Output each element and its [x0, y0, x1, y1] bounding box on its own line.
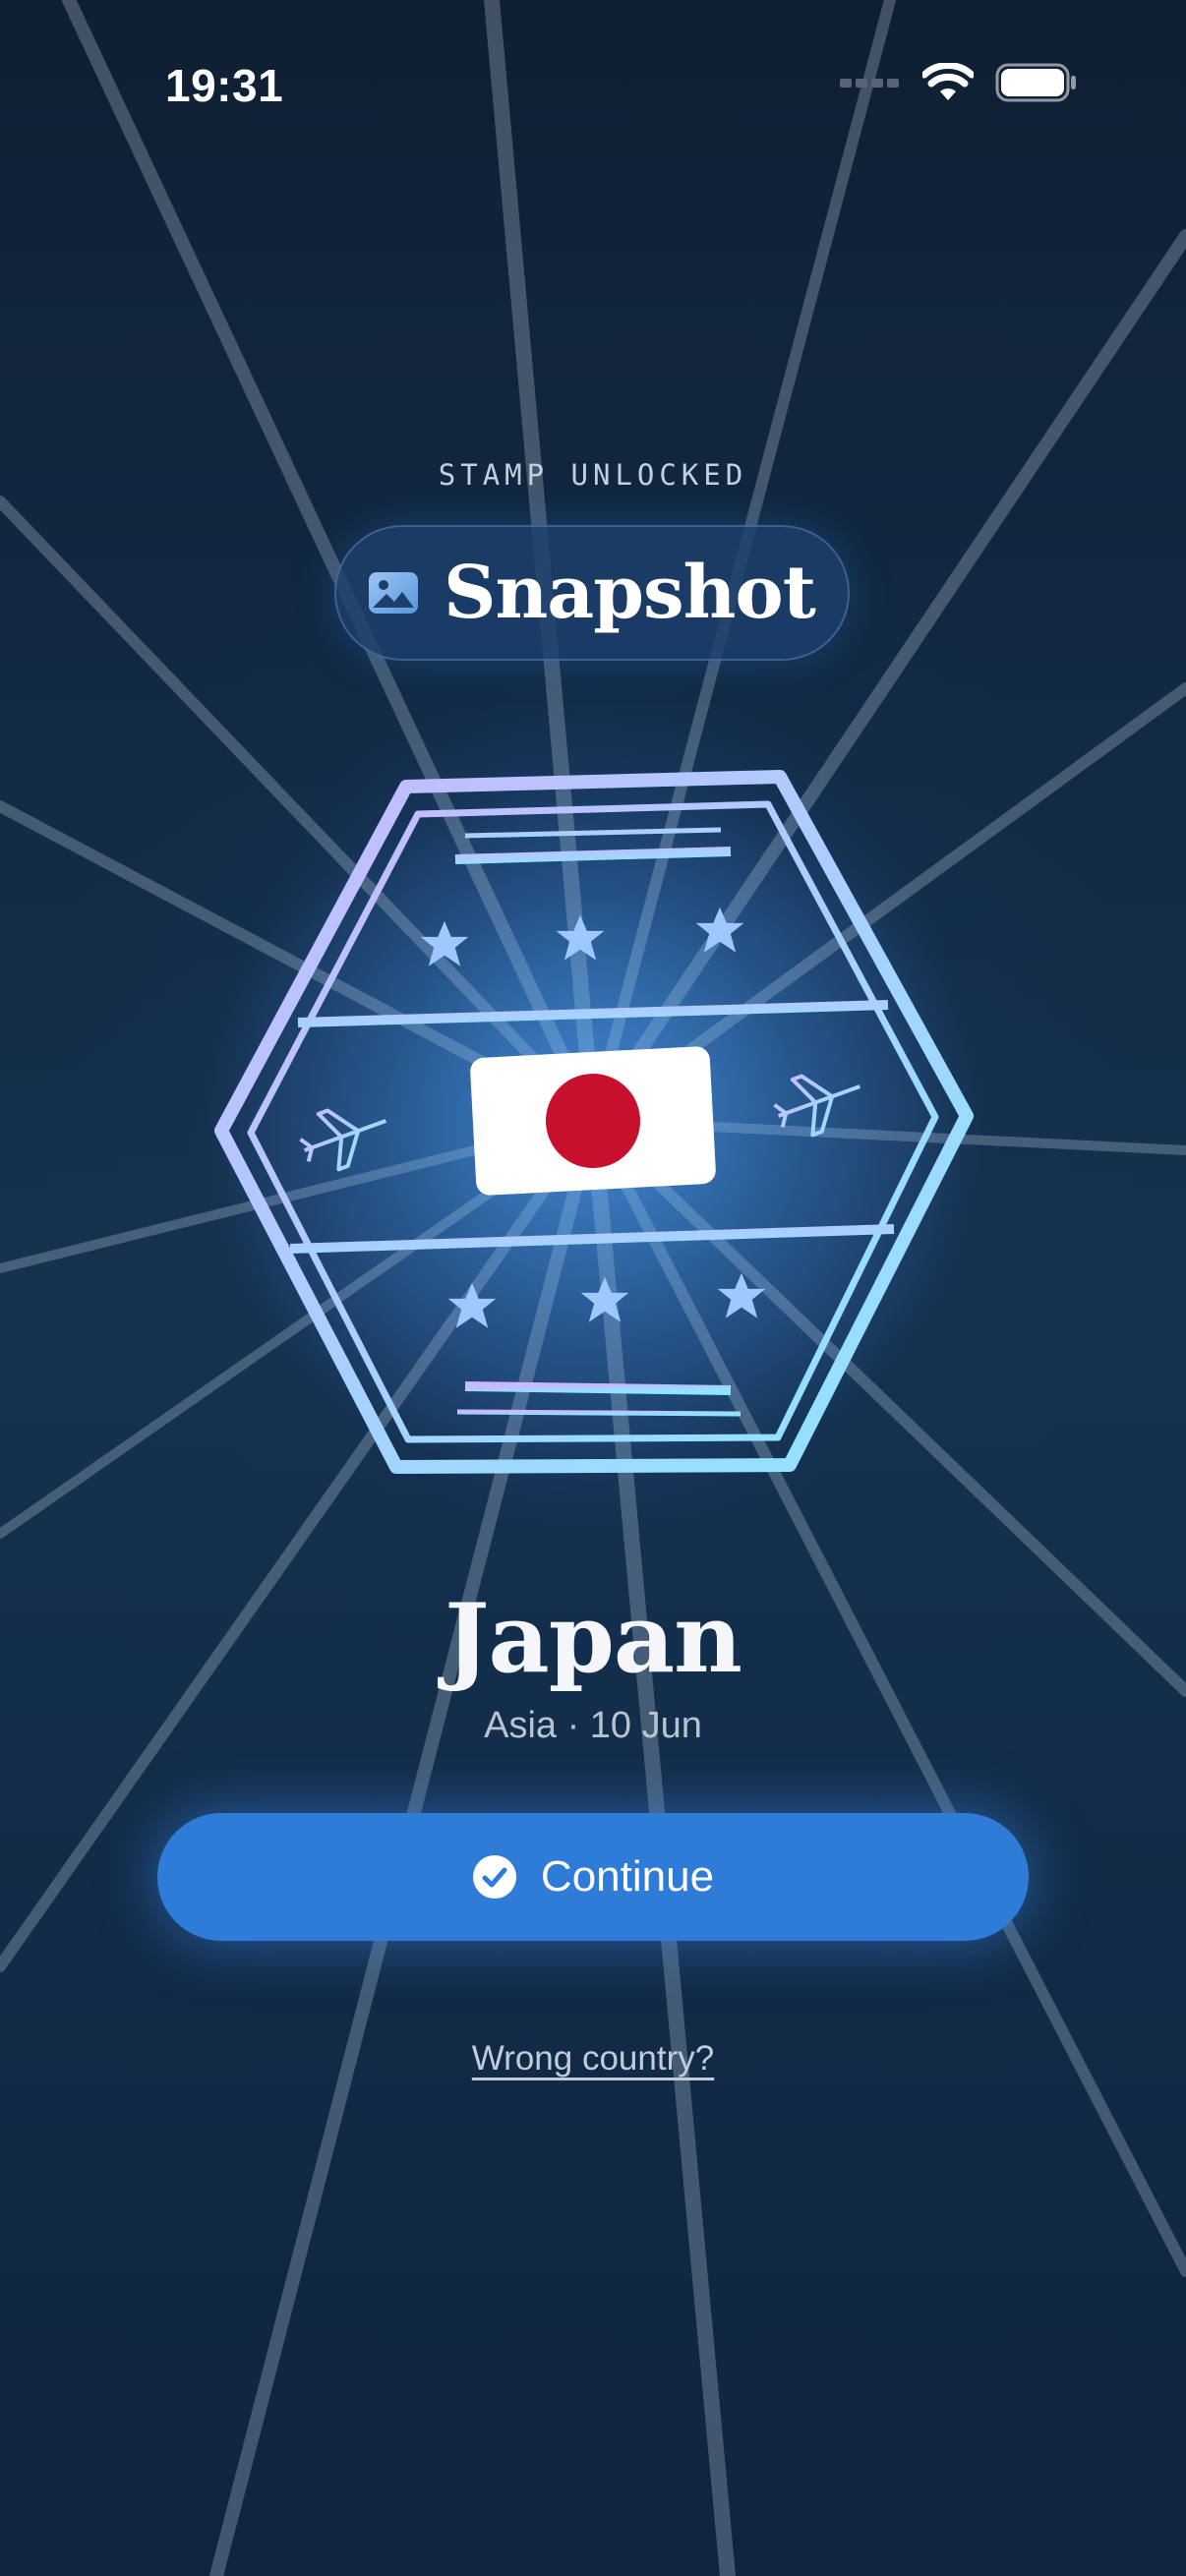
status-icons [840, 63, 1078, 102]
status-time: 19:31 [165, 60, 284, 111]
country-name: Japan [445, 1583, 742, 1694]
stamp-unlocked-label: STAMP UNLOCKED [438, 458, 748, 492]
continue-button[interactable]: Continue [157, 1813, 1029, 1941]
badge-title: Snapshot [444, 551, 816, 635]
wrong-country-link[interactable]: Wrong country? [0, 2039, 1186, 2078]
continue-label: Continue [540, 1852, 715, 1901]
cellular-signal-icon [840, 79, 899, 88]
battery-icon [995, 63, 1076, 102]
passport-stamp [200, 770, 986, 1485]
photo-icon [369, 572, 419, 614]
country-subtitle: Asia · 10 Jun [484, 1705, 702, 1746]
stamp-unlocked-screen: 19:31 STAMP UNLOCKED Snapshot Japan Asia… [0, 0, 1186, 2576]
wifi-icon [922, 63, 974, 100]
japan-flag [470, 1046, 716, 1196]
badge-title-pill: Snapshot [334, 525, 850, 661]
check-circle-icon [472, 1855, 516, 1899]
